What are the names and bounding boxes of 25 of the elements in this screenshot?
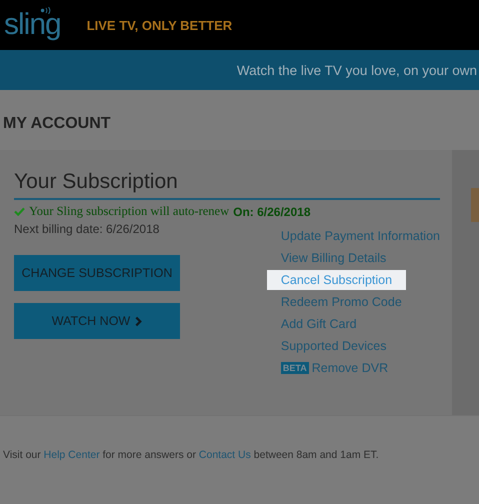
account-link[interactable]: Redeem Promo Code [280,295,402,309]
action-button[interactable]: WATCH NOW [14,303,180,339]
billing-date: Next billing date: 6/26/2018 [14,222,160,236]
account-link[interactable]: Remove DVR [312,361,388,375]
footer-text: Visit our Help Center for more answers or Contact Us between 8am and 1am ET. [3,449,379,461]
logo[interactable]: sling [4,5,63,45]
panel-edge [471,188,479,222]
section-title: Your Subscription [14,170,440,200]
account-link[interactable]: Update Payment Information [280,229,440,243]
account-link[interactable]: Cancel Subscription [266,270,406,290]
tagline: LIVE TV, ONLY BETTER [86,18,232,32]
action-button[interactable]: CHANGE SUBSCRIPTION [14,255,180,291]
renew-date: On: 6/26/2018 [233,204,311,218]
footer-link[interactable]: Contact Us [198,449,251,461]
check-icon [14,207,25,216]
footer-link[interactable]: Help Center [44,449,100,461]
account-link[interactable]: Add Gift Card [280,317,357,331]
renew-note: Your Sling subscription will auto-renew [29,204,230,219]
account-link[interactable]: Supported Devices [280,339,386,353]
beta-badge: BETA [280,362,309,374]
signal-icon [40,7,52,14]
account-link[interactable]: View Billing Details [280,251,386,265]
banner-text: Watch the live TV you love, on your own [236,62,477,78]
chevron-icon [135,316,142,326]
page-title: MY ACCOUNT [2,114,112,134]
